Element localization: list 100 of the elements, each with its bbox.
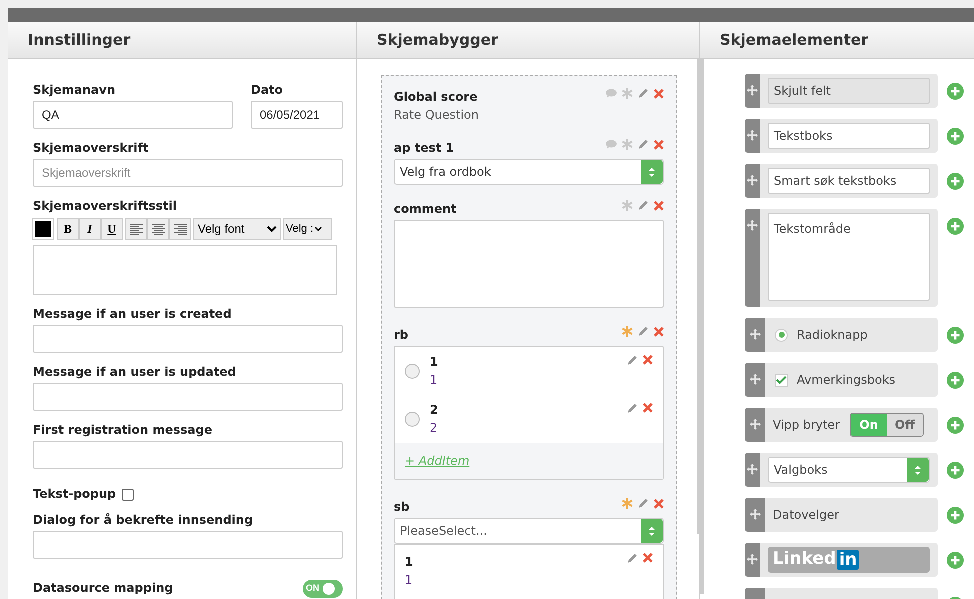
delete-icon[interactable] bbox=[654, 326, 664, 336]
align-left-icon[interactable] bbox=[130, 224, 142, 234]
delete-icon[interactable] bbox=[654, 140, 664, 150]
field-title: comment bbox=[394, 201, 457, 218]
add-icon[interactable] bbox=[947, 218, 964, 235]
edit-icon[interactable] bbox=[627, 403, 638, 414]
move-icon bbox=[750, 374, 760, 385]
element-card[interactable]: Smart søk tekstboks bbox=[745, 164, 938, 198]
select-field[interactable]: PleaseSelect... bbox=[394, 518, 664, 544]
field-title: rb bbox=[394, 327, 409, 344]
field-label: Skjemaoverskriftsstil bbox=[33, 198, 178, 215]
star-icon[interactable] bbox=[622, 326, 633, 337]
element-card[interactable]: Linked in bbox=[745, 543, 938, 577]
star-icon[interactable] bbox=[622, 200, 633, 211]
add-icon[interactable] bbox=[947, 83, 964, 100]
message-field[interactable] bbox=[33, 325, 343, 353]
edit-icon[interactable] bbox=[638, 498, 649, 509]
star-icon[interactable] bbox=[622, 88, 633, 99]
move-icon bbox=[750, 509, 760, 520]
edit-icon[interactable] bbox=[638, 200, 649, 211]
delete-icon[interactable] bbox=[654, 88, 664, 98]
element-card[interactable]: Tekstområde bbox=[745, 209, 938, 307]
linkedin-logo: Linked in bbox=[768, 547, 930, 573]
edit-icon[interactable] bbox=[638, 88, 649, 99]
move-icon bbox=[750, 419, 760, 430]
edit-icon[interactable] bbox=[638, 139, 649, 150]
element-card[interactable]: Tekstboks bbox=[745, 119, 938, 153]
move-icon bbox=[747, 554, 758, 565]
date-field[interactable]: 06/05/2021 bbox=[251, 101, 343, 129]
edit-icon[interactable] bbox=[638, 326, 649, 337]
move-icon bbox=[747, 85, 758, 96]
move-icon bbox=[747, 175, 758, 186]
heading-field[interactable]: Skjemaoverskrift bbox=[33, 159, 343, 187]
comment-icon[interactable] bbox=[606, 140, 617, 149]
element-label: Datovelger bbox=[773, 507, 840, 524]
element-card[interactable]: Valgboks bbox=[745, 453, 938, 487]
radio-button[interactable] bbox=[405, 412, 420, 426]
bold-button[interactable]: B bbox=[57, 218, 79, 240]
add-icon[interactable] bbox=[947, 552, 964, 569]
field-label: Dialog for å bekrefte innsending bbox=[33, 512, 254, 529]
italic-button[interactable]: I bbox=[79, 218, 101, 240]
size-select[interactable]: Velg : bbox=[283, 218, 332, 240]
font-select[interactable]: Velg font bbox=[193, 218, 281, 240]
add-icon[interactable] bbox=[947, 173, 964, 190]
add-icon[interactable] bbox=[947, 128, 964, 145]
move-icon bbox=[750, 329, 760, 340]
underline-button[interactable]: U bbox=[101, 218, 123, 240]
radio-button[interactable] bbox=[405, 364, 420, 378]
element-card[interactable]: Skjult felt bbox=[745, 74, 938, 108]
add-icon[interactable] bbox=[947, 372, 964, 389]
add-icon[interactable] bbox=[947, 462, 964, 479]
move-icon bbox=[747, 130, 758, 141]
caret-icon bbox=[314, 226, 322, 232]
comment-icon[interactable] bbox=[606, 89, 617, 98]
option-value: 1 bbox=[430, 372, 439, 389]
move-icon bbox=[747, 464, 758, 475]
dictionary-select[interactable]: Velg fra ordbok bbox=[394, 159, 664, 185]
comment-area[interactable] bbox=[394, 220, 664, 308]
star-icon[interactable] bbox=[622, 498, 633, 509]
align-center-icon[interactable] bbox=[152, 224, 164, 234]
element-card[interactable]: Radioknapp bbox=[745, 318, 938, 352]
hidden-field: Skjult felt bbox=[768, 78, 930, 104]
panel-header: Innstillinger bbox=[8, 22, 356, 59]
field-label: Skjemanavn bbox=[33, 82, 116, 99]
add-icon[interactable] bbox=[947, 417, 964, 434]
star-icon[interactable] bbox=[622, 139, 633, 150]
element-card[interactable]: Vipp bryter On Off bbox=[745, 408, 938, 442]
field-title: sb bbox=[394, 499, 410, 516]
delete-icon[interactable] bbox=[654, 498, 664, 508]
option-label: 2 bbox=[430, 402, 440, 419]
element-card[interactable]: Datovelger bbox=[745, 498, 938, 532]
delete-icon[interactable] bbox=[643, 355, 653, 365]
text-field: Smart søk tekstboks bbox=[768, 168, 930, 194]
field-title: Global score bbox=[394, 89, 478, 106]
field-label: Skjemaoverskrift bbox=[33, 140, 150, 157]
add-icon[interactable] bbox=[947, 327, 964, 344]
add-icon[interactable] bbox=[947, 507, 964, 524]
delete-icon[interactable] bbox=[654, 200, 664, 210]
dialog-field[interactable] bbox=[33, 531, 343, 559]
element-card[interactable]: Avmerkingsboks bbox=[745, 363, 938, 397]
delete-icon[interactable] bbox=[643, 403, 653, 413]
field-label: Datasource mapping bbox=[33, 580, 174, 597]
message-field[interactable] bbox=[33, 383, 343, 411]
text-area: Tekstområde bbox=[768, 213, 930, 301]
delete-icon[interactable] bbox=[643, 553, 653, 563]
field-title: ap test 1 bbox=[394, 140, 454, 157]
field-label: First registration message bbox=[33, 422, 214, 439]
edit-icon[interactable] bbox=[627, 355, 638, 366]
heading-style-area[interactable] bbox=[33, 245, 337, 295]
align-right-icon[interactable] bbox=[174, 224, 186, 234]
form-name-field[interactable]: QA bbox=[33, 101, 233, 129]
field-label: Dato bbox=[251, 82, 284, 99]
option-value: 2 bbox=[430, 420, 439, 437]
element-label: Avmerkingsboks bbox=[797, 372, 896, 389]
color-swatch[interactable] bbox=[33, 219, 53, 239]
message-field[interactable] bbox=[33, 441, 343, 469]
checkbox[interactable] bbox=[122, 489, 134, 501]
move-icon bbox=[747, 220, 758, 231]
edit-icon[interactable] bbox=[627, 553, 638, 564]
field-label: Message if an user is updated bbox=[33, 364, 238, 381]
